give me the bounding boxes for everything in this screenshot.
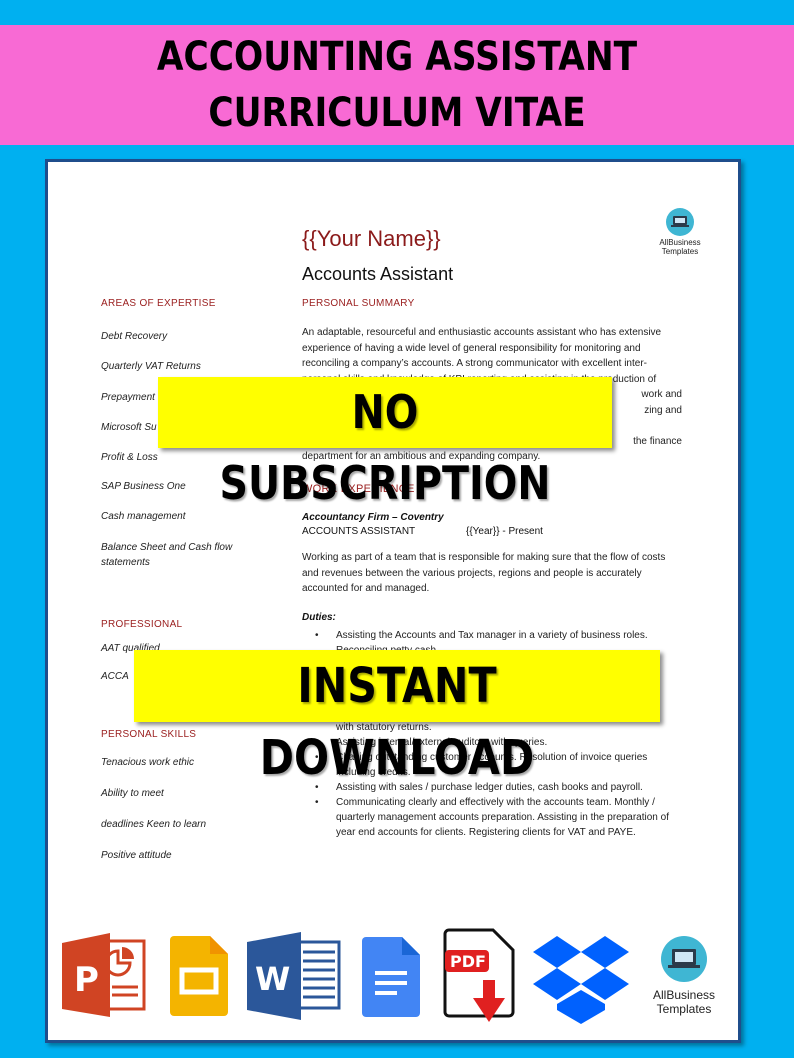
google-docs-icon — [362, 937, 420, 1017]
job-position: ACCOUNTS ASSISTANT — [302, 526, 416, 537]
dropbox-icon — [533, 936, 629, 1024]
title-line-1: ACCOUNTING ASSISTANT — [156, 34, 638, 80]
title-line-2: CURRICULUM VITAE — [208, 90, 586, 136]
duty-item: • Communicating clearly and effectively w… — [315, 797, 669, 838]
skill-item: deadlines Keen to learn — [101, 819, 207, 830]
expertise-item: Balance Sheet and Cash flow statements — [101, 542, 233, 568]
svg-text:PDF: PDF — [450, 952, 486, 971]
laptop-icon — [666, 208, 694, 236]
summary-line: reconciling a company’s accounts. A stro… — [302, 358, 647, 369]
pdf-download-icon: PDF — [443, 928, 515, 1022]
logo-line2: Templates — [656, 1002, 712, 1016]
powerpoint-icon: P — [62, 933, 146, 1017]
allbusiness-logo-top: AllBusiness Templates — [650, 208, 710, 256]
svg-text:W: W — [255, 960, 290, 998]
logo-line1: AllBusiness — [652, 988, 716, 1002]
job-description: Working as part of a team that is respon… — [302, 552, 666, 594]
title-banner: ACCOUNTING ASSISTANT CURRICULUM VITAE — [0, 25, 794, 145]
summary-line: An adaptable, resourceful and enthusiast… — [302, 327, 662, 338]
resume-preview: AllBusiness Templates {{Your Name}} Accou… — [45, 159, 741, 1043]
svg-text:P: P — [74, 960, 99, 1000]
word-icon: W — [247, 932, 341, 1020]
instant-download-stamp: INSTANT DOWNLOAD — [134, 650, 660, 786]
skill-item: Positive attitude — [101, 850, 172, 861]
personal-summary-heading: PERSONAL SUMMARY — [302, 298, 415, 309]
no-subscription-stamp: NO SUBSCRIPTION — [158, 377, 612, 510]
duties-label: Duties: — [302, 612, 336, 623]
google-slides-icon — [170, 936, 228, 1016]
job-period: {{Year}} - Present — [466, 526, 543, 537]
resume-title: Accounts Assistant — [302, 264, 454, 284]
expertise-item: Debt Recovery — [101, 331, 168, 342]
expertise-item: Quarterly VAT Returns — [101, 361, 201, 372]
allbusiness-templates-text: AllBusiness Templates — [648, 988, 720, 1016]
logo-text-line2: Templates — [661, 247, 699, 256]
allbusiness-templates-logo — [661, 936, 707, 982]
logo-text-line1: AllBusiness — [659, 238, 701, 247]
areas-of-expertise-heading: AREAS OF EXPERTISE — [101, 298, 216, 309]
resume-name: {{Your Name}} — [302, 226, 441, 251]
summary-line: experience of having a wide level of gen… — [302, 342, 641, 354]
professional-heading: PROFESSIONAL — [101, 619, 183, 630]
